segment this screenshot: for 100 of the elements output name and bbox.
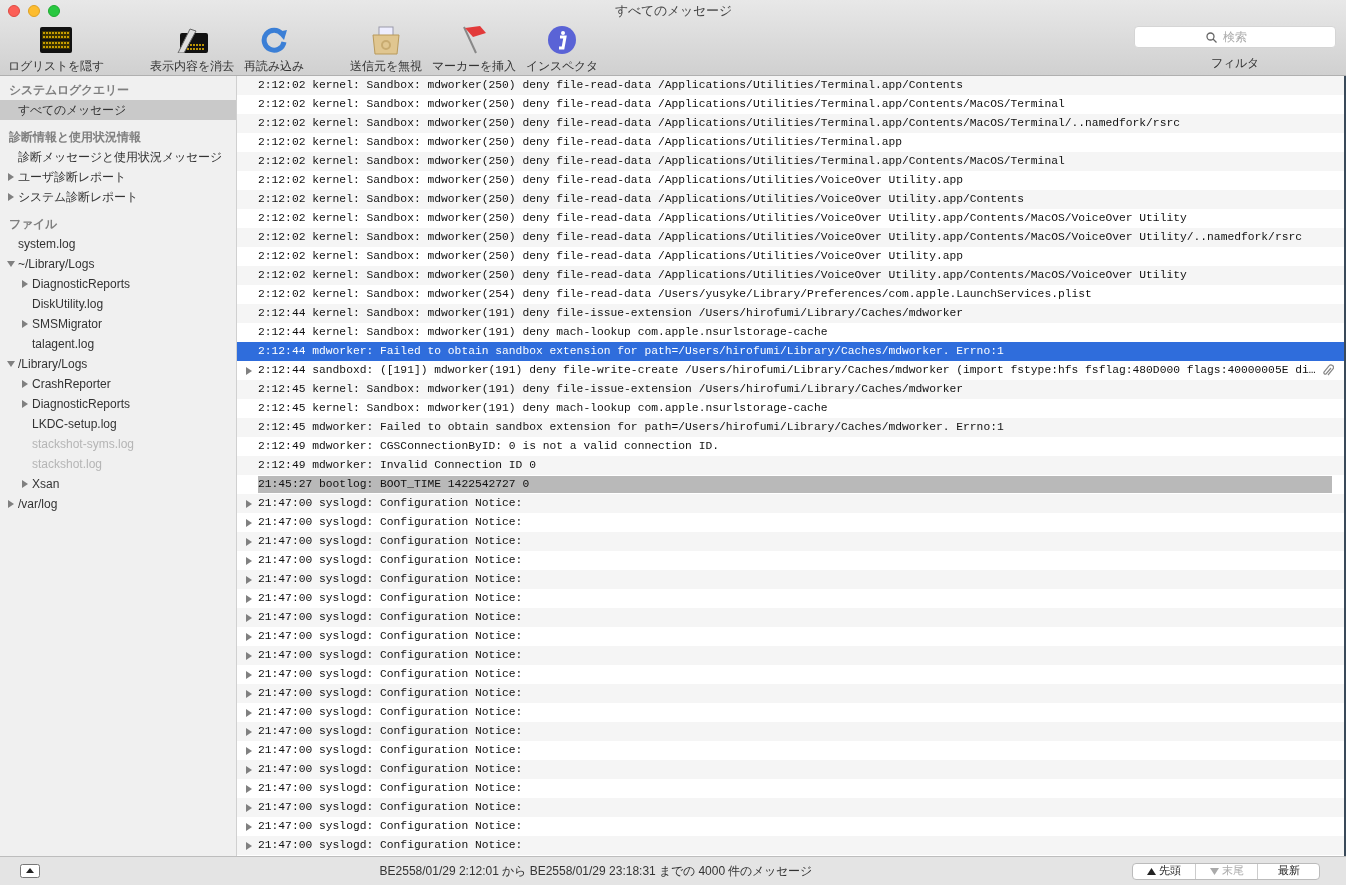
log-message: 2:12:02 kernel: Sandbox: mdworker(254) deny file-read-data /Users/yusyke/Library/Preferences/com.apple.LaunchServices.plist xyxy=(258,287,1092,303)
log-row[interactable]: 2:12:45 mdworker: Failed to obtain sandbox extension for path=/Users/hirofumi/Library/Caches/mdworker. Errno:1 xyxy=(237,418,1344,437)
expand-triangle-icon[interactable] xyxy=(245,670,253,679)
sidebar-item[interactable]: ~/Library/Logs xyxy=(0,254,236,274)
sidebar-item[interactable]: /var/log xyxy=(0,494,236,514)
expand-triangle-icon[interactable] xyxy=(245,689,253,698)
expand-triangle-icon[interactable] xyxy=(245,841,253,850)
log-message: 2:12:02 kernel: Sandbox: mdworker(250) deny file-read-data /Applications/Utilities/Terminal.app/Contents/MacOS/Terminal/..namedfork/rsrc xyxy=(258,116,1180,132)
log-row[interactable]: 2:12:02 kernel: Sandbox: mdworker(250) deny file-read-data /Applications/Utilities/VoiceOver Utility.app/Contents/MacOS/VoiceOver Utility/..namedfork/rsrc xyxy=(237,228,1344,247)
paperclip-icon[interactable] xyxy=(1322,363,1334,378)
log-message: 2:12:45 kernel: Sandbox: mdworker(191) deny mach-lookup com.apple.nsurlstorage-cache xyxy=(258,401,828,417)
expand-triangle-icon[interactable] xyxy=(245,708,253,717)
log-message: 2:12:49 mdworker: CGSConnectionByID: 0 is not a valid connection ID. xyxy=(258,439,719,455)
led-display-icon xyxy=(40,27,72,53)
sidebar-toggle-icon[interactable] xyxy=(20,864,40,878)
expand-triangle-icon[interactable] xyxy=(7,193,15,201)
log-message: 2:12:49 mdworker: Invalid Connection ID 0 xyxy=(258,458,536,474)
sidebar-item[interactable]: DiskUtility.log xyxy=(0,294,236,314)
expand-triangle-icon[interactable] xyxy=(245,784,253,793)
log-row[interactable]: 2:12:02 kernel: Sandbox: mdworker(250) deny file-read-data /Applications/Utilities/Terminal.app/Contents/MacOS/Terminal xyxy=(237,152,1344,171)
log-row[interactable]: 2:12:44 kernel: Sandbox: mdworker(191) deny file-issue-extension /Users/hirofumi/Library/Caches/mdworker xyxy=(237,304,1344,323)
log-message: 2:12:02 kernel: Sandbox: mdworker(250) deny file-read-data /Applications/Utilities/VoiceOver Utility.app/Contents/MacOS/VoiceOver Utility xyxy=(258,211,1187,227)
navigation-button[interactable]: 先頭 xyxy=(1133,863,1195,879)
sidebar-item[interactable]: DiagnosticReports xyxy=(0,394,236,414)
collapse-triangle-icon[interactable] xyxy=(7,360,15,368)
expand-triangle-icon[interactable] xyxy=(21,480,29,488)
toolbar-button[interactable]: 再読み込み xyxy=(242,25,306,75)
log-message: 21:47:00 syslogd: Configuration Notice: xyxy=(258,724,523,740)
navigation-button[interactable]: 最新 xyxy=(1257,863,1319,879)
expand-triangle-icon[interactable] xyxy=(245,613,253,622)
log-row[interactable]: 21:47:00 syslogd: Configuration Notice: xyxy=(237,608,1344,627)
log-row[interactable]: 21:47:00 syslogd: Configuration Notice: xyxy=(237,532,1344,551)
expand-triangle-icon[interactable] xyxy=(245,575,253,584)
expand-triangle-icon[interactable] xyxy=(245,594,253,603)
expand-triangle-icon[interactable] xyxy=(245,803,253,812)
sidebar-item[interactable]: ユーザ診断レポート xyxy=(0,167,236,187)
sidebar-item[interactable]: /Library/Logs xyxy=(0,354,236,374)
envelope-box-icon xyxy=(371,25,401,55)
sidebar-item[interactable]: 診断メッセージと使用状況メッセージ xyxy=(0,147,236,167)
search-field[interactable]: 検索 xyxy=(1134,26,1336,48)
sidebar-item[interactable]: すべてのメッセージ xyxy=(0,100,236,120)
log-message: 21:47:00 syslogd: Configuration Notice: xyxy=(258,629,523,645)
log-row[interactable]: 2:12:02 kernel: Sandbox: mdworker(250) deny file-read-data /Applications/Utilities/Terminal.app/Contents xyxy=(237,76,1344,95)
display-wiper-icon xyxy=(176,27,208,53)
sidebar-item[interactable]: SMSMigrator xyxy=(0,314,236,334)
log-message: 2:12:02 kernel: Sandbox: mdworker(250) deny file-read-data /Applications/Utilities/Terminal.app xyxy=(258,135,903,151)
sidebar-item[interactable]: talagent.log xyxy=(0,334,236,354)
expand-triangle-icon[interactable] xyxy=(7,173,15,181)
log-row[interactable]: 21:47:00 syslogd: Configuration Notice: xyxy=(237,494,1344,513)
expand-triangle-icon[interactable] xyxy=(245,727,253,736)
log-row[interactable]: 21:47:00 syslogd: Configuration Notice: xyxy=(237,646,1344,665)
log-row[interactable]: 21:47:00 syslogd: Configuration Notice: xyxy=(237,570,1344,589)
log-message: 21:47:00 syslogd: Configuration Notice: xyxy=(258,534,523,550)
expand-triangle-icon[interactable] xyxy=(21,280,29,288)
expand-triangle-icon[interactable] xyxy=(245,537,253,546)
sidebar-section-header: ファイル xyxy=(8,216,58,233)
toolbar-button[interactable]: 表示内容を消去 xyxy=(148,25,236,75)
log-row[interactable]: 2:12:49 mdworker: Invalid Connection ID 0 xyxy=(237,456,1344,475)
expand-triangle-icon[interactable] xyxy=(245,632,253,641)
expand-triangle-icon[interactable] xyxy=(245,556,253,565)
expand-triangle-icon[interactable] xyxy=(245,366,253,375)
expand-triangle-icon[interactable] xyxy=(245,499,253,508)
expand-triangle-icon[interactable] xyxy=(245,822,253,831)
log-row[interactable]: 2:12:44 mdworker: Failed to obtain sandbox extension for path=/Users/hirofumi/Library/Caches/mdworker. Errno:1 xyxy=(237,342,1344,361)
toolbar-button[interactable]: ログリストを隠す xyxy=(6,25,106,75)
close-button[interactable] xyxy=(8,5,20,17)
log-row[interactable]: 21:47:00 syslogd: Configuration Notice: xyxy=(237,684,1344,703)
log-row[interactable]: 2:12:45 kernel: Sandbox: mdworker(191) deny file-issue-extension /Users/hirofumi/Library/Caches/mdworker xyxy=(237,380,1344,399)
expand-triangle-icon[interactable] xyxy=(245,746,253,755)
log-message: 21:47:00 syslogd: Configuration Notice: xyxy=(258,781,523,797)
expand-triangle-icon[interactable] xyxy=(21,320,29,328)
expand-triangle-icon[interactable] xyxy=(245,765,253,774)
log-row[interactable]: 21:47:00 syslogd: Configuration Notice: xyxy=(237,798,1344,817)
zoom-button[interactable] xyxy=(48,5,60,17)
toolbar-button[interactable]: マーカーを挿入 xyxy=(430,25,518,75)
sidebar-item[interactable]: LKDC-setup.log xyxy=(0,414,236,434)
expand-triangle-icon[interactable] xyxy=(245,518,253,527)
sidebar-item[interactable]: system.log xyxy=(0,234,236,254)
log-row[interactable]: 2:12:02 kernel: Sandbox: mdworker(250) deny file-read-data /Applications/Utilities/Terminal.app/Contents/MacOS/Terminal/..namedfork/rsrc xyxy=(237,114,1344,133)
sidebar-item[interactable]: Xsan xyxy=(0,474,236,494)
expand-triangle-icon[interactable] xyxy=(21,400,29,408)
log-row[interactable]: 2:12:02 kernel: Sandbox: mdworker(250) deny file-read-data /Applications/Utilities/VoiceOver Utility.app/Contents/MacOS/VoiceOver Utility xyxy=(237,266,1344,285)
expand-triangle-icon[interactable] xyxy=(7,500,15,508)
sidebar-section-header: システムログクエリー xyxy=(8,82,130,99)
collapse-triangle-icon[interactable] xyxy=(7,260,15,268)
log-row[interactable]: 2:12:02 kernel: Sandbox: mdworker(250) deny file-read-data /Applications/Utilities/VoiceOver Utility.app/Contents xyxy=(237,190,1344,209)
log-row[interactable]: 21:47:00 syslogd: Configuration Notice: xyxy=(237,722,1344,741)
toolbar-button[interactable]: インスペクタ xyxy=(524,25,600,75)
refresh-icon xyxy=(260,26,288,54)
expand-triangle-icon[interactable] xyxy=(245,651,253,660)
log-message: 2:12:02 kernel: Sandbox: mdworker(250) deny file-read-data /Applications/Utilities/VoiceOver Utility.app xyxy=(258,249,964,265)
window-title: すべてのメッセージ xyxy=(614,2,732,21)
expand-triangle-icon[interactable] xyxy=(21,380,29,388)
sidebar-item[interactable]: DiagnosticReports xyxy=(0,274,236,294)
sidebar-item[interactable]: CrashReporter xyxy=(0,374,236,394)
toolbar-button[interactable]: 送信元を無視 xyxy=(348,25,424,75)
log-row[interactable]: 21:47:00 syslogd: Configuration Notice: xyxy=(237,760,1344,779)
log-row[interactable]: 21:47:00 syslogd: Configuration Notice: xyxy=(237,836,1344,855)
sidebar-item[interactable]: システム診断レポート xyxy=(0,187,236,207)
log-message: 21:47:00 syslogd: Configuration Notice: xyxy=(258,515,523,531)
